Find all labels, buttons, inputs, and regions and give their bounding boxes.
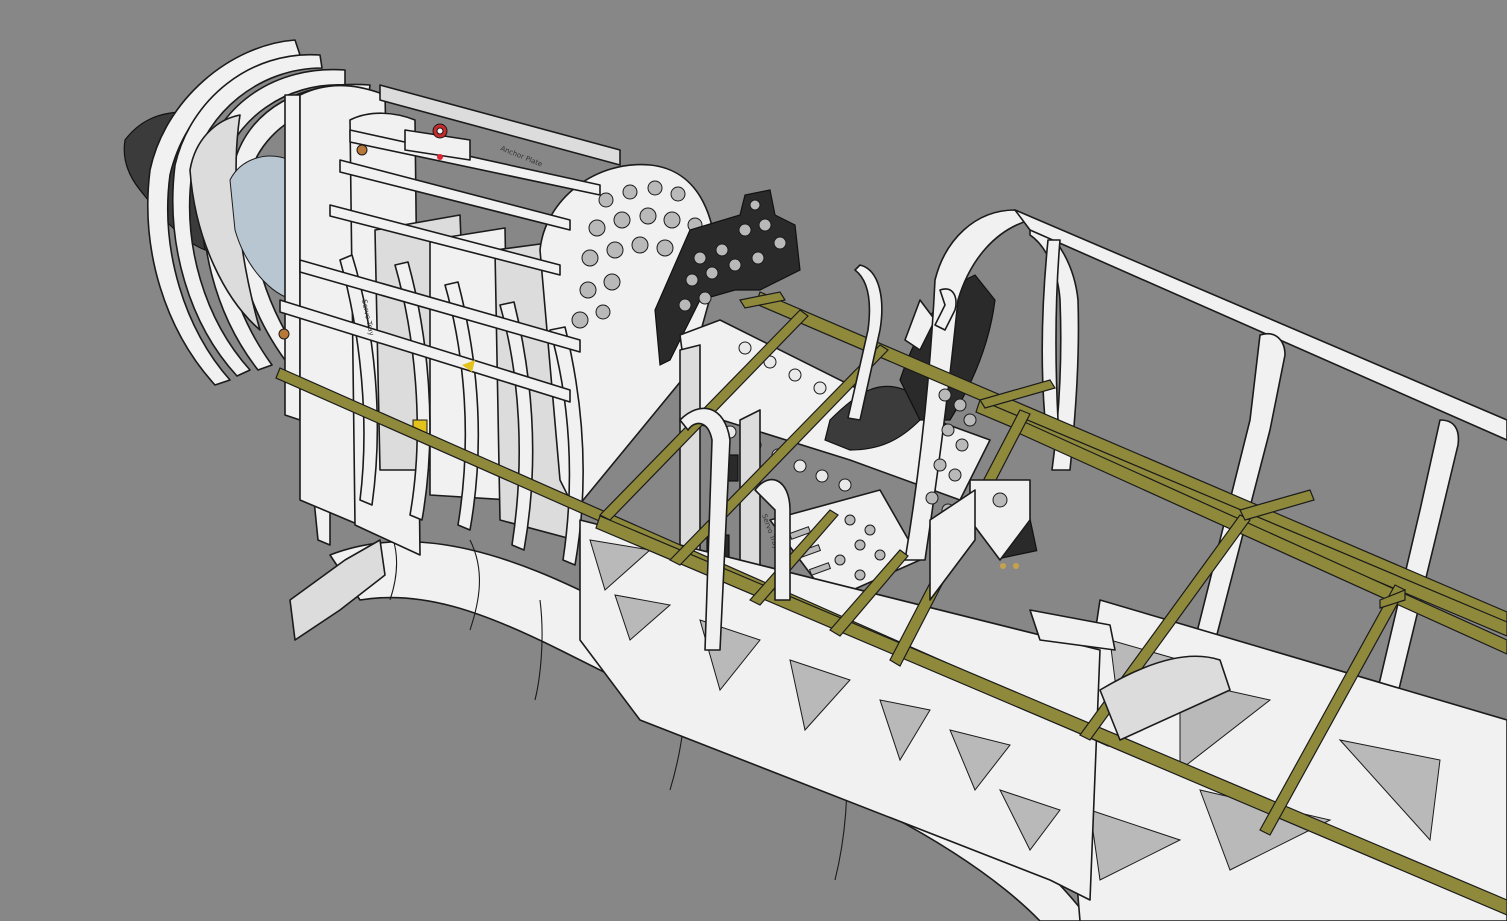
fuselage-model: Anchor Plate Servo Tray Servo Tray — [123, 39, 1507, 921]
model-viewport[interactable]: Anchor Plate Servo Tray Servo Tray — [0, 0, 1507, 921]
forward-formers: Anchor Plate Servo Tray — [278, 84, 717, 566]
